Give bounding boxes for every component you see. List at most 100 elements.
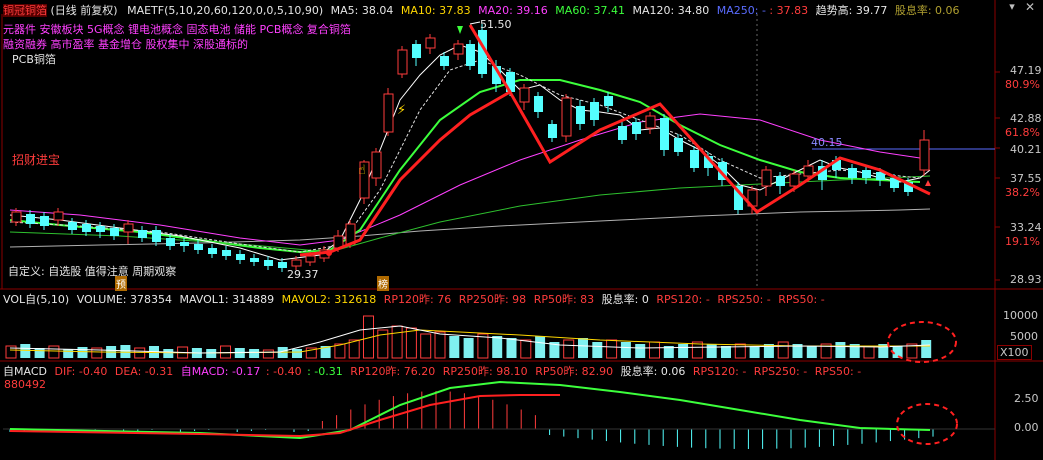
candle [848,168,857,178]
custom-tags: 自定义: 自选股 值得注意 周期观察 [8,265,177,278]
vol-rp50: RP50昨: 83 [533,293,595,306]
macd-value: 自MACD: -0.17 [180,365,261,378]
price-tick-8: 19.1% [1005,235,1040,248]
candle [180,242,189,246]
volume-bar [921,340,932,358]
candle [166,238,175,246]
volume-bar [77,347,88,358]
macd-dea: DEA: -0.31 [114,365,174,378]
high-price-label: 51.50 [480,18,512,31]
vol-mavol2: MAVOL2: 312618 [281,293,377,306]
macd-indicator-label[interactable]: 自MACD [3,365,47,378]
macd-dif: DIF: -0.40 [54,365,108,378]
price-tick-7: 33.24 [1010,221,1042,234]
vol-indicator-label[interactable]: VOL自(5,10) [3,293,69,306]
concept-tags-line2: 融资融券 高市盈率 基金增仓 股权集中 深股通标的 [3,38,248,51]
industry-tag: PCB铜箔 [12,53,56,66]
macd-extra1: : -0.40 [265,365,302,378]
candle [632,122,641,134]
vol-rps50: RPS50: - [778,293,825,306]
volume-bar [749,346,760,358]
ma20-value: MA20: 39.16 [478,4,548,17]
candle [440,56,449,66]
candle [604,96,613,106]
volume-bar [777,341,789,359]
volume-bar [206,349,217,358]
volume-bar [578,338,588,358]
volume-bar [449,336,460,358]
candle [645,115,656,129]
volume-bar [63,349,74,358]
candle [194,244,203,250]
candle [383,93,394,133]
candle [371,151,382,179]
bang-badge[interactable]: 榜 [377,276,389,291]
candle [68,222,77,230]
candle [789,173,800,187]
price-tick-4: 40.21 [1010,143,1042,156]
zhaocai-label: 招财进宝 [12,153,61,167]
price-tick-9: 28.93 [1010,273,1042,286]
candle [123,223,134,233]
candle [519,87,530,103]
volume-bar [863,345,875,359]
volume-bar [721,346,731,358]
chart-canvas [0,0,1043,460]
candle [264,260,273,266]
volume-bar [806,346,817,358]
dividend-rate: 股息率: 0.06 [894,4,960,17]
candle [674,138,683,152]
concept-tags-line1: 元器件 安徽板块 5G概念 锂电池概念 固态电池 储能 PCB概念 复合铜箔 [3,23,351,36]
chevron-down-icon[interactable]: ▾ [1005,0,1019,14]
low-price-label: 29.37 [287,268,319,281]
ma120-value: MA120: 34.80 [632,4,710,17]
candle [548,124,557,138]
vol-tick-1: 5000 [1010,330,1038,343]
candle [534,96,543,112]
ma250-extra: : 37.83 [769,4,809,17]
candle [305,255,316,263]
volume-bar [20,344,31,358]
vol-rps250: RPS250: - [717,293,771,306]
candle [152,230,161,242]
volume-bar [249,349,260,358]
macd-rps250: RPS250: - [753,365,808,378]
macd-gxl: 股息率: 0.06 [620,365,686,378]
volume-bar [134,347,146,359]
volume-bar [262,349,274,359]
volume-bar [649,341,660,359]
vol-mavol1: MAVOL1: 314889 [179,293,275,306]
candle [222,250,231,256]
volume-bar [420,333,432,359]
volume-bar [405,327,417,359]
stock-title[interactable]: 铜冠铜箔 [3,4,47,17]
ma-indicator-label[interactable]: MAETF(5,10,20,60,120,0,0,5,10,90) [127,4,323,17]
candle [278,262,287,268]
ma5-value: MA5: 38.04 [330,4,394,17]
macd-extra2: : -0.31 [307,365,343,378]
macd-rp250: RP250昨: 98.10 [442,365,528,378]
candle [425,37,436,49]
macd-rps50: RPS50: - [814,365,862,378]
volume-bar [535,336,546,358]
price-tick-2: 42.88 [1010,112,1042,125]
price-tick-5: 37.55 [1010,172,1042,185]
trend-high: 趋势高: 39.77 [815,4,888,17]
volume-bar [434,331,446,359]
yu-badge[interactable]: 预 [115,276,127,291]
candle [803,165,814,177]
vol-gxl: 股息率: 0 [601,293,649,306]
volume-bar [506,338,517,358]
candle [110,228,119,236]
volume-bar [492,336,503,358]
candle [412,44,421,58]
chart-mode[interactable]: (日线 前复权) [51,4,118,17]
volume-bar [734,343,746,359]
macd-rps120: RPS120: - [692,365,747,378]
index-code: 880492 [4,378,46,391]
candle [618,126,627,140]
candle [690,150,699,168]
vol-rp250: RP250昨: 98 [458,293,527,306]
macd-tick-0: 2.50 [1014,392,1039,405]
close-icon[interactable]: ✕ [1023,0,1037,14]
